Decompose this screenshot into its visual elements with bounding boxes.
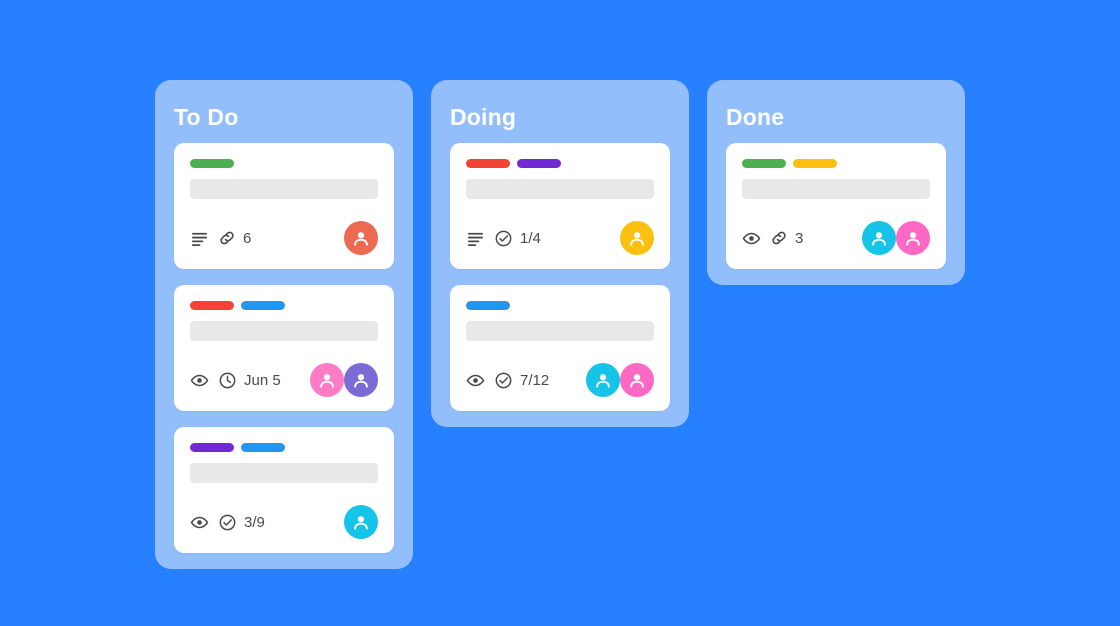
card-title-placeholder	[742, 179, 930, 199]
card-meta: 1/4	[466, 229, 541, 248]
card-avatars	[310, 363, 378, 397]
avatar[interactable]	[896, 221, 930, 255]
card-avatars	[620, 221, 654, 255]
card-footer: Jun 5	[190, 363, 378, 397]
clock-icon	[218, 371, 237, 390]
meta-text: 3	[795, 229, 804, 247]
avatar[interactable]	[586, 363, 620, 397]
link-icon	[770, 229, 788, 247]
kanban-board: To Do 6 Jun 5 3/9 Doing 1/4 7/12 Done 3	[155, 80, 965, 569]
kanban-column: Done 3	[707, 80, 965, 285]
check-circle-icon	[218, 513, 237, 532]
card-labels	[466, 159, 654, 168]
kanban-card[interactable]: 3	[726, 143, 946, 269]
eye-icon	[742, 229, 761, 248]
kanban-card[interactable]: 1/4	[450, 143, 670, 269]
card-avatars	[862, 221, 930, 255]
kanban-card[interactable]: 6	[174, 143, 394, 269]
label-pill[interactable]	[793, 159, 837, 168]
card-labels	[466, 301, 654, 310]
avatar[interactable]	[344, 505, 378, 539]
card-labels	[190, 301, 378, 310]
eye-icon	[190, 371, 209, 390]
card-title-placeholder	[466, 321, 654, 341]
kanban-column: Doing 1/4 7/12	[431, 80, 689, 427]
card-meta: 6	[190, 229, 251, 248]
description-icon	[466, 229, 485, 248]
card-labels	[190, 159, 378, 168]
kanban-card[interactable]: 3/9	[174, 427, 394, 553]
label-pill[interactable]	[466, 301, 510, 310]
card-meta: 3	[742, 229, 803, 248]
label-pill[interactable]	[241, 301, 285, 310]
avatar[interactable]	[310, 363, 344, 397]
card-title-placeholder	[466, 179, 654, 199]
label-pill[interactable]	[190, 443, 234, 452]
card-footer: 7/12	[466, 363, 654, 397]
link-icon	[218, 229, 236, 247]
card-meta: 7/12	[466, 371, 549, 390]
card-labels	[742, 159, 930, 168]
card-footer: 1/4	[466, 221, 654, 255]
column-title: Doing	[450, 104, 517, 130]
column-title: Done	[726, 104, 785, 130]
kanban-card[interactable]: Jun 5	[174, 285, 394, 411]
card-labels	[190, 443, 378, 452]
card-meta: Jun 5	[190, 371, 281, 390]
card-avatars	[344, 221, 378, 255]
meta-text: 6	[243, 229, 252, 247]
label-pill[interactable]	[241, 443, 285, 452]
avatar[interactable]	[344, 221, 378, 255]
card-footer: 3	[742, 221, 930, 255]
card-title-placeholder	[190, 321, 378, 341]
card-list: 1/4 7/12	[431, 143, 689, 411]
meta-text: 7/12	[520, 371, 550, 389]
card-footer: 6	[190, 221, 378, 255]
card-footer: 3/9	[190, 505, 378, 539]
label-pill[interactable]	[190, 159, 234, 168]
column-title: To Do	[174, 104, 239, 130]
card-title-placeholder	[190, 463, 378, 483]
meta-text: 1/4	[520, 229, 541, 247]
label-pill[interactable]	[742, 159, 786, 168]
card-list: 3	[707, 143, 965, 269]
label-pill[interactable]	[466, 159, 510, 168]
kanban-card[interactable]: 7/12	[450, 285, 670, 411]
eye-icon	[466, 371, 485, 390]
check-circle-icon	[494, 229, 513, 248]
label-pill[interactable]	[517, 159, 561, 168]
card-avatars	[586, 363, 654, 397]
card-avatars	[344, 505, 378, 539]
avatar[interactable]	[620, 221, 654, 255]
avatar[interactable]	[620, 363, 654, 397]
card-meta: 3/9	[190, 513, 265, 532]
card-title-placeholder	[190, 179, 378, 199]
meta-text: Jun 5	[244, 371, 281, 389]
description-icon	[190, 229, 209, 248]
card-list: 6 Jun 5 3/9	[155, 143, 413, 553]
check-circle-icon	[494, 371, 513, 390]
avatar[interactable]	[344, 363, 378, 397]
avatar[interactable]	[862, 221, 896, 255]
kanban-column: To Do 6 Jun 5 3/9	[155, 80, 413, 569]
eye-icon	[190, 513, 209, 532]
meta-text: 3/9	[244, 513, 265, 531]
label-pill[interactable]	[190, 301, 234, 310]
